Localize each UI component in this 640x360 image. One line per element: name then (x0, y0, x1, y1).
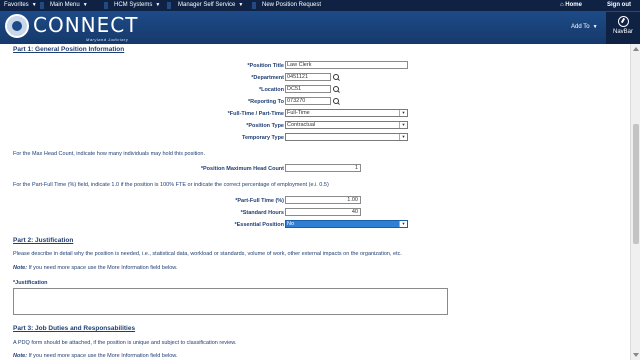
chevron-down-icon: ▼ (591, 24, 598, 30)
justification-textarea[interactable] (13, 288, 448, 315)
full-part-time-label: *Full-Time / Part-Time (227, 111, 284, 117)
breadcrumb-hcm-systems[interactable]: HCM Systems ▼ (114, 2, 160, 8)
scroll-down-arrow-icon[interactable] (633, 353, 639, 357)
compass-icon (617, 16, 629, 27)
add-to-menu[interactable]: Add To ▼ (571, 24, 598, 30)
page-content: Part 1: General Position Information *Po… (0, 44, 630, 360)
part1-heading: Part 1: General Position Information (13, 46, 125, 53)
chevron-down-icon: ▼ (399, 221, 407, 227)
position-title-input[interactable]: Law Clerk (285, 61, 408, 69)
department-lookup-icon[interactable] (333, 74, 340, 81)
chevron-down-icon: ▼ (82, 2, 88, 8)
navbar-label: NavBar (612, 29, 633, 35)
home-icon: ⌂ (560, 2, 564, 8)
menu-separator (40, 2, 44, 9)
location-label: *Location (258, 87, 284, 93)
chevron-down-icon: ▼ (399, 122, 407, 128)
max-head-count-label: *Position Maximum Head Count (200, 166, 284, 172)
top-menu-bar: Favorites ▼ Main Menu ▼ HCM Systems ▼ Ma… (0, 0, 640, 11)
department-input[interactable]: 0451121 (285, 73, 331, 81)
part-full-time-note: For the Part-Full Time (%) field, indica… (13, 182, 329, 188)
note-text: If you need more space use the More Info… (27, 353, 178, 359)
connect-logo: CONNECT (33, 13, 139, 37)
part-full-time-label: *Part-Full Time (%) (235, 198, 284, 204)
position-type-value: Contractual (287, 122, 316, 128)
judiciary-seal-logo (5, 14, 29, 38)
scroll-up-arrow-icon[interactable] (633, 47, 639, 51)
location-lookup-icon[interactable] (333, 86, 340, 93)
home-label: Home (565, 2, 582, 8)
main-menu[interactable]: Main Menu ▼ (50, 2, 88, 8)
job-duties-description: A PDQ form should be attached, if the po… (13, 340, 237, 346)
job-duties-note: Note: If you need more space use the Mor… (13, 353, 177, 359)
note-text: If you need more space use the More Info… (27, 265, 178, 271)
part-full-time-input[interactable]: 1.00 (285, 196, 361, 204)
reporting-to-label: *Reporting To (248, 99, 284, 105)
chevron-down-icon: ▼ (155, 2, 161, 8)
home-link[interactable]: ⌂ Home (560, 2, 582, 8)
part3-heading: Part 3: Job Duties and Responsabilities (13, 325, 136, 332)
note-prefix: Note: (13, 353, 28, 359)
max-head-count-note: For the Max Head Count, indicate how man… (13, 151, 205, 157)
standard-hours-input[interactable]: 40 (285, 208, 361, 216)
essential-position-label: *Essential Position (234, 222, 284, 228)
breadcrumb-manager-self-service[interactable]: Manager Self Service ▼ (178, 2, 243, 8)
chevron-down-icon: ▼ (238, 2, 244, 8)
manager-self-service-label: Manager Self Service (178, 2, 236, 8)
justification-description: Please describe in detail why the positi… (13, 251, 402, 257)
justification-note: Note: If you need more space use the Mor… (13, 265, 177, 271)
menu-separator (167, 2, 171, 9)
full-part-time-value: Full-Time (287, 110, 310, 116)
essential-position-select[interactable]: No ▼ (285, 220, 408, 228)
add-to-label: Add To (571, 24, 590, 30)
hcm-systems-label: HCM Systems (114, 2, 153, 8)
chevron-down-icon: ▼ (31, 2, 37, 8)
favorites-menu[interactable]: Favorites ▼ (4, 2, 37, 8)
logo-subtitle: Maryland Judiciary (86, 37, 129, 42)
breadcrumb-new-position-request[interactable]: New Position Request (262, 2, 321, 8)
temporary-type-select[interactable]: ▼ (285, 133, 408, 141)
sign-out-label: Sign out (607, 2, 631, 8)
location-input[interactable]: DC51 (285, 85, 331, 93)
chevron-down-icon: ▼ (399, 134, 407, 140)
main-menu-label: Main Menu (50, 2, 80, 8)
reporting-to-lookup-icon[interactable] (333, 98, 340, 105)
max-head-count-input[interactable]: 1 (285, 164, 361, 172)
menu-separator (104, 2, 108, 9)
position-title-label: *Position Title (247, 63, 284, 69)
essential-position-value: No (287, 221, 295, 227)
position-type-select[interactable]: Contractual ▼ (285, 121, 408, 129)
position-type-label: *Position Type (246, 123, 284, 129)
part2-heading: Part 2: Justification (13, 237, 74, 244)
chevron-down-icon: ▼ (399, 110, 407, 116)
navbar-button[interactable]: NavBar (606, 12, 640, 44)
vertical-scrollbar[interactable] (630, 44, 640, 360)
menu-separator (252, 2, 256, 9)
justification-label: *Justification (13, 280, 48, 286)
standard-hours-label: *Standard Hours (240, 210, 284, 216)
temporary-type-label: Temporary Type (242, 135, 284, 141)
new-position-request-label: New Position Request (262, 2, 322, 8)
scroll-thumb[interactable] (633, 124, 639, 244)
reporting-to-input[interactable]: 073270 (285, 97, 331, 105)
sign-out-link[interactable]: Sign out (607, 2, 631, 8)
department-label: *Department (251, 75, 284, 81)
favorites-label: Favorites (4, 2, 29, 8)
note-prefix: Note: (13, 265, 28, 271)
full-part-time-select[interactable]: Full-Time ▼ (285, 109, 408, 117)
